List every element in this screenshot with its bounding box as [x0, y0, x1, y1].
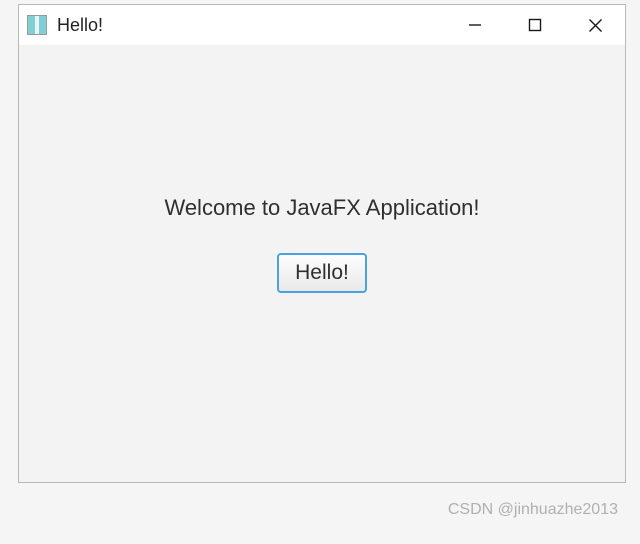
maximize-button[interactable] [505, 5, 565, 45]
hello-button[interactable]: Hello! [277, 253, 367, 293]
minimize-button[interactable] [445, 5, 505, 45]
window-title: Hello! [57, 15, 445, 36]
app-icon [27, 15, 47, 35]
content-area: Welcome to JavaFX Application! Hello! [19, 45, 625, 482]
close-icon [588, 18, 603, 33]
minimize-icon [468, 18, 482, 32]
maximize-icon [528, 18, 542, 32]
titlebar: Hello! [19, 5, 625, 45]
welcome-label: Welcome to JavaFX Application! [164, 195, 479, 221]
window-controls [445, 5, 625, 45]
watermark-text: CSDN @jinhuazhe2013 [0, 501, 640, 519]
close-button[interactable] [565, 5, 625, 45]
application-window: Hello! Welcome to JavaFX Application! [18, 4, 626, 483]
